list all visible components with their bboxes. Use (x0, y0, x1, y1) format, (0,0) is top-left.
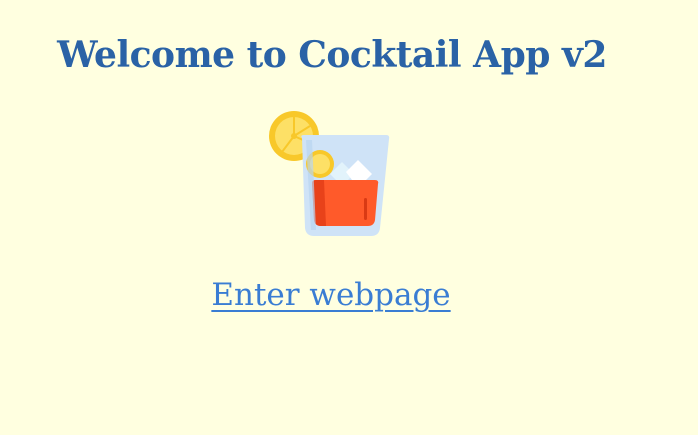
cocktail-glass-icon (269, 111, 390, 236)
enter-webpage-link[interactable]: Enter webpage (0, 274, 662, 316)
page-title: Welcome to Cocktail App v2 (57, 34, 607, 76)
